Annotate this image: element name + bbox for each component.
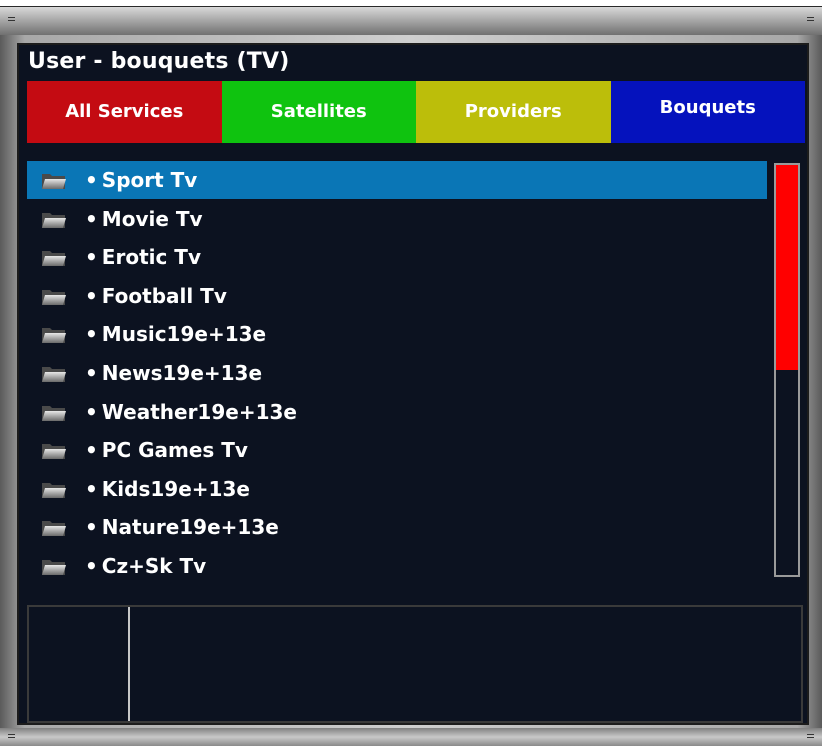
bullet: • xyxy=(85,361,98,385)
info-panel xyxy=(27,605,803,723)
list-item-text: Cz+Sk Tv xyxy=(101,554,207,578)
list-item-label: • Football Tv xyxy=(85,284,227,308)
list-item[interactable]: • Movie Tv xyxy=(27,200,767,238)
list-item-label: • Nature19e+13e xyxy=(85,515,279,539)
rivet-top-left xyxy=(8,17,15,21)
window-frame: User - bouquets (TV) All Services Satell… xyxy=(0,6,822,746)
bullet: • xyxy=(85,477,98,501)
bullet: • xyxy=(85,322,98,346)
list-item-label: • PC Games Tv xyxy=(85,438,248,462)
list-item-text: Movie Tv xyxy=(101,207,203,231)
list-item-label: • Movie Tv xyxy=(85,207,203,231)
tab-providers[interactable]: Providers xyxy=(416,81,611,143)
frame-top-bar xyxy=(0,7,822,35)
folder-icon xyxy=(42,367,66,382)
folder-icon xyxy=(42,328,66,343)
bullet: • xyxy=(85,438,98,462)
info-panel-divider xyxy=(128,607,130,721)
rivet-top-right xyxy=(807,17,814,21)
list-item[interactable]: • Weather19e+13e xyxy=(27,393,767,431)
list-item-label: • Music19e+13e xyxy=(85,322,266,346)
list-item[interactable]: • Cz+Sk Tv xyxy=(27,547,767,585)
list-item-text: Music19e+13e xyxy=(101,322,267,346)
list-item-text: Erotic Tv xyxy=(101,245,201,269)
bullet: • xyxy=(85,400,98,424)
rivet-bottom-right xyxy=(807,734,814,738)
list-item-label: • Weather19e+13e xyxy=(85,400,297,424)
folder-icon xyxy=(42,213,66,228)
folder-icon xyxy=(42,406,66,421)
list-item[interactable]: • Nature19e+13e xyxy=(27,508,767,546)
list-item-text: News19e+13e xyxy=(101,361,263,385)
scrollbar[interactable] xyxy=(774,163,800,577)
scrollbar-thumb[interactable] xyxy=(776,165,798,370)
rivet-bottom-left xyxy=(8,734,15,738)
bullet: • xyxy=(85,168,98,192)
list-item-text: Nature19e+13e xyxy=(101,515,279,539)
list-item-label: • Erotic Tv xyxy=(85,245,201,269)
tab-bouquets[interactable]: Bouquets xyxy=(610,81,805,143)
page-title: User - bouquets (TV) xyxy=(28,49,290,74)
list-item-text: Weather19e+13e xyxy=(101,400,297,424)
list-item-text: Kids19e+13e xyxy=(101,477,250,501)
frame-bottom-bar xyxy=(0,728,822,746)
list-item-label: • News19e+13e xyxy=(85,361,262,385)
folder-icon xyxy=(42,174,66,189)
list-item-text: Football Tv xyxy=(101,284,227,308)
folder-icon xyxy=(42,290,66,305)
list-item[interactable]: • Football Tv xyxy=(27,277,767,315)
list-item[interactable]: • Music19e+13e xyxy=(27,315,767,353)
list-item-label: • Sport Tv xyxy=(85,168,197,192)
folder-icon xyxy=(42,251,66,266)
list-item[interactable]: • Erotic Tv xyxy=(27,238,767,276)
bullet: • xyxy=(85,284,98,308)
folder-icon xyxy=(42,560,66,575)
bullet: • xyxy=(85,554,98,578)
folder-icon xyxy=(42,444,66,459)
list-item[interactable]: • Sport Tv xyxy=(27,161,767,199)
bullet: • xyxy=(85,207,98,231)
screen-panel: User - bouquets (TV) All Services Satell… xyxy=(17,43,809,725)
list-item-text: PC Games Tv xyxy=(101,438,248,462)
folder-icon xyxy=(42,521,66,536)
list-item[interactable]: • PC Games Tv xyxy=(27,431,767,469)
bullet: • xyxy=(85,245,98,269)
list-item-label: • Cz+Sk Tv xyxy=(85,554,206,578)
list-item-label: • Kids19e+13e xyxy=(85,477,250,501)
list-item[interactable]: • Kids19e+13e xyxy=(27,470,767,508)
list-item-text: Sport Tv xyxy=(101,168,198,192)
tab-all-services[interactable]: All Services xyxy=(27,81,222,143)
color-key-tabs: All Services Satellites Providers Bouque… xyxy=(27,81,805,143)
bouquet-list: • Sport Tv • Movie Tv • Erotic Tv • Football Tv… xyxy=(27,161,767,587)
folder-icon xyxy=(42,483,66,498)
tab-satellites[interactable]: Satellites xyxy=(221,81,416,143)
list-item[interactable]: • News19e+13e xyxy=(27,354,767,392)
bullet: • xyxy=(85,515,98,539)
